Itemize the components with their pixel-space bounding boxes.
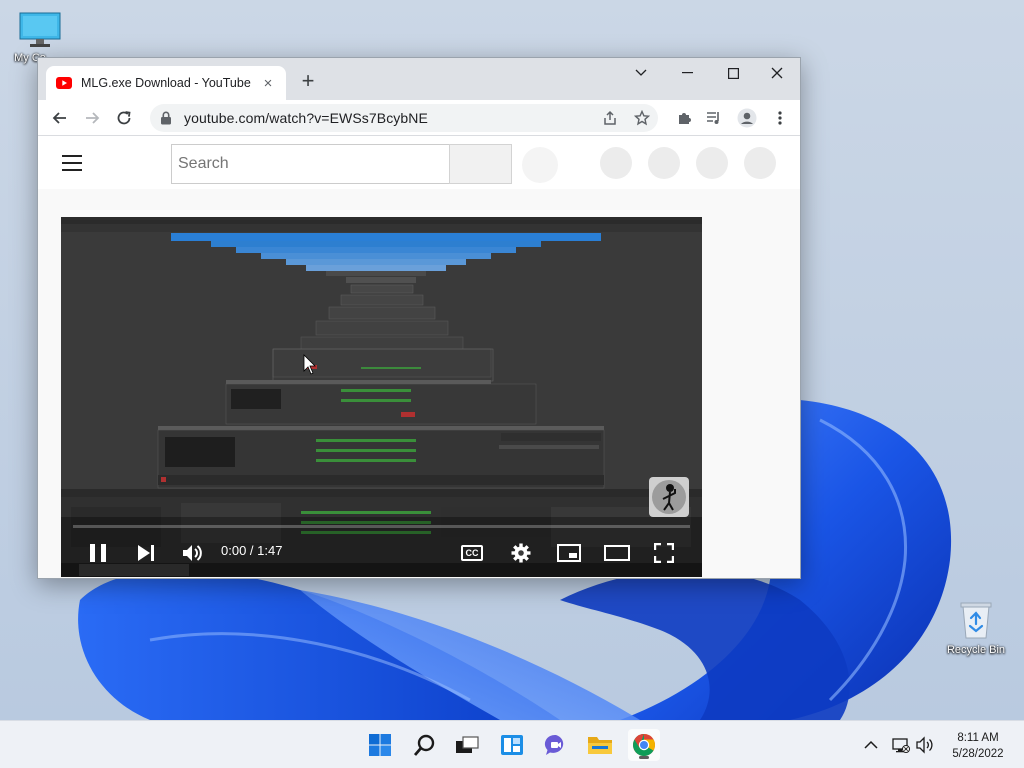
active-app-indicator: [639, 756, 649, 759]
notifications-button[interactable]: [696, 147, 728, 179]
volume-icon: [183, 545, 202, 561]
arrow-right-icon: [86, 112, 100, 124]
gear-icon: [511, 543, 531, 563]
apps-button[interactable]: [648, 147, 680, 179]
video-progress-bar[interactable]: [73, 525, 690, 528]
fullscreen-icon: [654, 543, 674, 563]
close-window-button[interactable]: [754, 58, 800, 88]
tab-search-button[interactable]: [618, 58, 664, 88]
theater-mode-icon: [604, 545, 630, 561]
close-icon: [771, 67, 783, 79]
video-player[interactable]: 0:00 / 1:47 CC: [61, 217, 702, 577]
new-tab-button[interactable]: +: [296, 70, 320, 94]
star-bookmark-icon[interactable]: [634, 110, 650, 126]
recycle-bin-icon: [960, 602, 992, 639]
speaker-icon: [916, 736, 933, 754]
tab-title: MLG.exe Download - YouTube: [81, 76, 251, 90]
widgets-icon: [501, 735, 523, 755]
show-hidden-icons-button[interactable]: [864, 735, 878, 755]
closed-captions-icon: CC: [461, 545, 483, 561]
file-explorer-icon: [588, 737, 612, 754]
forward-button[interactable]: [80, 106, 104, 130]
pause-button[interactable]: [85, 541, 111, 565]
desktop-icon-recycle-bin[interactable]: Recycle Bin: [936, 600, 1016, 656]
address-url: youtube.com/watch?v=EWSs7BcybNE: [184, 110, 428, 126]
settings-button[interactable]: [509, 541, 533, 565]
chrome-icon: [633, 734, 655, 756]
back-button[interactable]: [48, 106, 72, 130]
monitor-icon: [19, 12, 61, 47]
file-explorer-button[interactable]: [584, 729, 616, 761]
skip-next-icon: [138, 545, 154, 561]
chevron-down-icon: [635, 69, 647, 76]
volume-button[interactable]: [179, 541, 207, 565]
browser-window: MLG.exe Download - YouTube × + youtube.c…: [37, 57, 801, 579]
task-view-button[interactable]: [451, 729, 483, 761]
extensions-button[interactable]: [672, 106, 696, 130]
create-button[interactable]: [600, 147, 632, 179]
reload-icon: [117, 111, 131, 125]
desktop-icon-label: Recycle Bin: [946, 644, 1006, 656]
profile-button[interactable]: [735, 106, 759, 130]
theater-mode-button[interactable]: [602, 541, 632, 565]
youtube-masthead: [38, 137, 800, 189]
next-button[interactable]: [133, 541, 159, 565]
arrow-left-icon: [52, 112, 66, 124]
video-time-display: 0:00 / 1:47: [221, 543, 283, 558]
tab-close-button[interactable]: ×: [260, 75, 276, 92]
minimize-button[interactable]: [664, 58, 710, 88]
miniplayer-icon: [557, 544, 581, 562]
chrome-menu-button[interactable]: [768, 106, 792, 130]
chat-button[interactable]: [540, 729, 572, 761]
taskbar-search-button[interactable]: [409, 729, 441, 761]
channel-watermark[interactable]: [649, 477, 689, 517]
pause-icon: [90, 544, 106, 562]
chevron-up-icon: [864, 740, 878, 749]
maximize-icon: [727, 67, 739, 79]
search-input[interactable]: [171, 144, 449, 184]
taskbar: 8:11 AM 5/28/2022: [0, 720, 1024, 768]
browser-toolbar: youtube.com/watch?v=EWSs7BcybNE: [38, 100, 800, 136]
lock-icon[interactable]: [160, 111, 172, 125]
stick-figure-icon: [652, 480, 686, 514]
maximize-button[interactable]: [710, 58, 756, 88]
network-status[interactable]: [892, 735, 910, 755]
guide-menu-button[interactable]: [62, 155, 82, 171]
search-icon: [413, 734, 435, 756]
volume-status[interactable]: [916, 735, 936, 755]
tab-strip: MLG.exe Download - YouTube × +: [38, 58, 800, 100]
video-frame: [61, 217, 702, 577]
kebab-menu-icon: [778, 111, 782, 125]
chrome-taskbar-button[interactable]: [628, 729, 660, 761]
puzzle-piece-icon: [679, 113, 691, 124]
tab-youtube[interactable]: MLG.exe Download - YouTube ×: [46, 66, 286, 100]
start-icon: [369, 734, 391, 756]
media-control-button[interactable]: [702, 106, 726, 130]
voice-search-button[interactable]: [522, 147, 558, 183]
share-icon[interactable]: [602, 110, 618, 126]
media-queue-icon: [707, 112, 719, 124]
system-clock[interactable]: 8:11 AM 5/28/2022: [940, 730, 1016, 762]
youtube-favicon-icon: [56, 77, 72, 89]
task-view-icon: [456, 736, 479, 753]
account-avatar-button[interactable]: [744, 147, 776, 179]
clock-time: 8:11 AM: [957, 732, 999, 744]
fullscreen-button[interactable]: [651, 541, 677, 565]
network-wired-icon: [892, 738, 910, 753]
widgets-button[interactable]: [496, 729, 528, 761]
chat-icon: [544, 734, 564, 755]
clock-date: 5/28/2022: [952, 748, 1004, 760]
youtube-page: 0:00 / 1:47 CC: [38, 137, 800, 578]
address-bar[interactable]: youtube.com/watch?v=EWSs7BcybNE: [150, 104, 658, 132]
minimize-icon: [681, 72, 693, 74]
miniplayer-button[interactable]: [555, 541, 583, 565]
subtitles-button[interactable]: CC: [459, 542, 485, 564]
avatar-icon: [737, 108, 757, 128]
reload-button[interactable]: [112, 106, 136, 130]
search-button[interactable]: [449, 144, 512, 184]
start-button[interactable]: [364, 729, 396, 761]
